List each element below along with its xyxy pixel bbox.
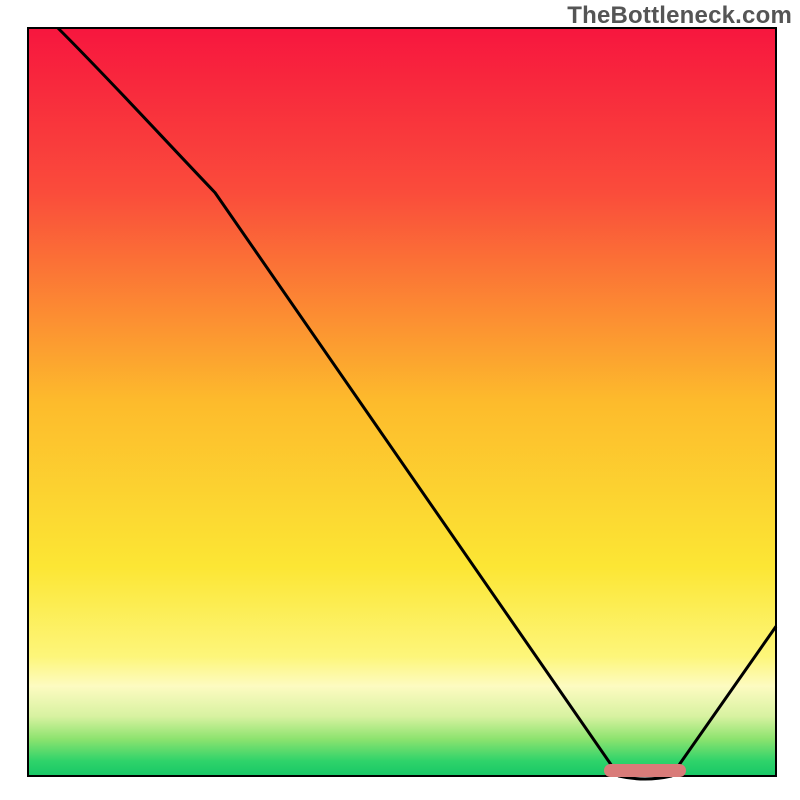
plot-background (28, 28, 776, 776)
chart-container: TheBottleneck.com (0, 0, 800, 800)
watermark-text: TheBottleneck.com (567, 2, 792, 30)
chart-svg (0, 0, 800, 800)
optimal-range-marker (604, 764, 686, 777)
